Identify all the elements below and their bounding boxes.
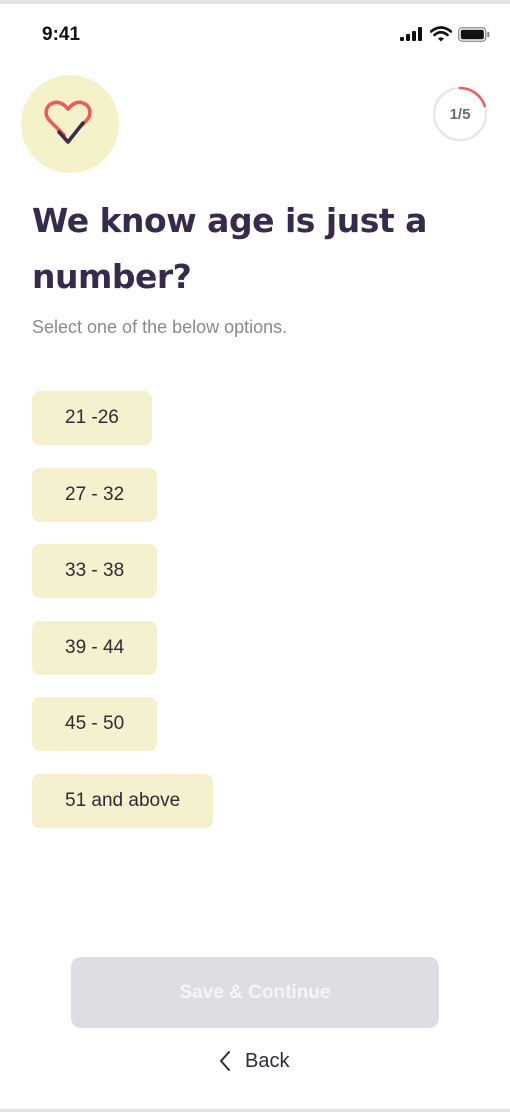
option-label: 51 and above: [65, 789, 181, 811]
option-label: 33 - 38: [65, 560, 125, 581]
progress-label: 1/5: [449, 105, 471, 123]
chevron-left-icon: [220, 1051, 230, 1071]
step-progress: 1/5: [432, 86, 488, 142]
option-45-50[interactable]: 45 - 50: [32, 697, 158, 751]
signal-icon: [400, 27, 422, 41]
wifi-icon: [430, 26, 452, 42]
option-label: 21 -26: [65, 407, 119, 428]
save-continue-button[interactable]: Save & Continue: [71, 957, 439, 1028]
option-27-32[interactable]: 27 - 32: [32, 467, 158, 522]
option-51-and-above[interactable]: 51 and above: [32, 773, 214, 828]
page-title: We know age is just a number?: [32, 201, 427, 296]
heart-check-icon: [44, 100, 92, 144]
option-21-26[interactable]: 21 -26: [32, 391, 152, 445]
status-icons: [400, 26, 490, 42]
back-button[interactable]: Back: [219, 1046, 289, 1076]
back-label: Back: [245, 1049, 290, 1072]
status-bar: 9:41: [0, 18, 510, 54]
page-subtitle: Select one of the below options.: [32, 317, 288, 337]
options-list: 21 -26 27 - 32 33 - 38 39 - 44 45 - 50 5…: [32, 391, 214, 850]
status-time: 9:41: [42, 24, 81, 45]
option-label: 39 - 44: [65, 636, 125, 658]
option-39-44[interactable]: 39 - 44: [32, 620, 158, 675]
option-label: 45 - 50: [65, 713, 125, 734]
option-label: 27 - 32: [65, 483, 125, 505]
option-33-38[interactable]: 33 - 38: [32, 544, 158, 598]
logo: [21, 75, 119, 173]
top-divider: [0, 0, 510, 4]
battery-icon: [458, 26, 490, 42]
